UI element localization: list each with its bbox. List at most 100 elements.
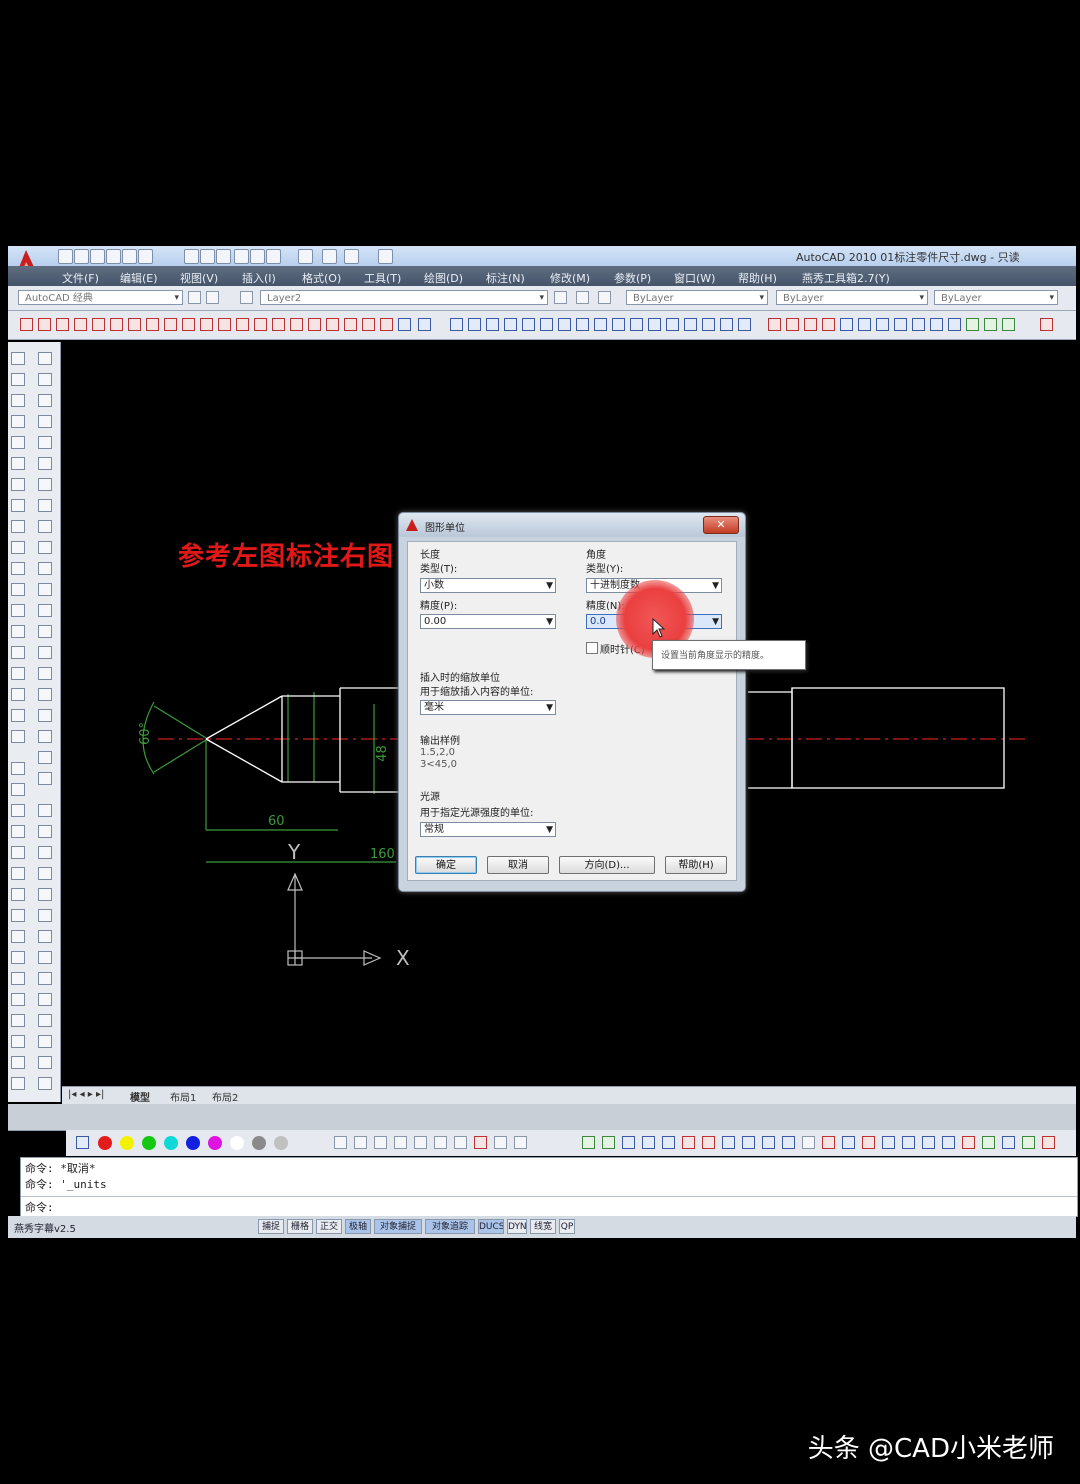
- redo-icon[interactable]: [138, 249, 153, 264]
- dim-break-v-icon[interactable]: [38, 604, 52, 617]
- inspection-icon[interactable]: [290, 318, 303, 331]
- dim-edit-icon[interactable]: [326, 318, 339, 331]
- yanxiu-tool-30-icon[interactable]: [984, 318, 997, 331]
- color-cyan-swatch[interactable]: [164, 1136, 178, 1150]
- dim-style-manager-icon[interactable]: [418, 318, 431, 331]
- text-tool-icon[interactable]: [334, 1136, 347, 1149]
- rotate-icon[interactable]: [11, 888, 25, 901]
- open-file-icon[interactable]: [74, 249, 89, 264]
- util-tool-4-icon[interactable]: [642, 1136, 655, 1149]
- menu-help[interactable]: 帮助(H): [738, 270, 777, 286]
- table-icon[interactable]: [11, 709, 25, 722]
- arc-icon[interactable]: [11, 457, 25, 470]
- util-tool-18-icon[interactable]: [922, 1136, 935, 1149]
- util-tool-2-icon[interactable]: [602, 1136, 615, 1149]
- color-green-swatch[interactable]: [142, 1136, 156, 1150]
- dim-aligned-v-icon[interactable]: [38, 373, 52, 386]
- util-tool-14-icon[interactable]: [842, 1136, 855, 1149]
- polyline-icon[interactable]: [11, 394, 25, 407]
- workspace-switch-icon[interactable]: [206, 291, 219, 304]
- undo-icon[interactable]: [122, 249, 137, 264]
- extend-icon[interactable]: [11, 972, 25, 985]
- dim-linear-v-icon[interactable]: [38, 352, 52, 365]
- line-tool-7-icon[interactable]: [474, 1136, 487, 1149]
- snap-toggle[interactable]: 捕捉: [258, 1219, 284, 1234]
- tolerance-v-icon[interactable]: [38, 625, 52, 638]
- yanxiu-tool-4-icon[interactable]: [504, 318, 517, 331]
- dim-style-v-icon[interactable]: [38, 772, 52, 785]
- yanxiu-tool-24-icon[interactable]: [876, 318, 889, 331]
- dim-baseline-icon[interactable]: [182, 318, 195, 331]
- tolerance-icon[interactable]: [254, 318, 267, 331]
- util-tool-21-icon[interactable]: [982, 1136, 995, 1149]
- util-tool-16-icon[interactable]: [882, 1136, 895, 1149]
- layer-combo[interactable]: Layer2: [260, 290, 548, 305]
- chamfer-icon[interactable]: [11, 1035, 25, 1048]
- cancel-button[interactable]: 取消: [487, 856, 549, 874]
- help-button[interactable]: 帮助(H): [665, 856, 727, 874]
- util-tool-15-icon[interactable]: [862, 1136, 875, 1149]
- dim-style-control-icon[interactable]: [398, 318, 411, 331]
- util-tool-7-icon[interactable]: [702, 1136, 715, 1149]
- hatch-icon[interactable]: [11, 646, 25, 659]
- make-block-icon[interactable]: [11, 604, 25, 617]
- color-magenta-swatch[interactable]: [208, 1136, 222, 1150]
- util-tool-3-icon[interactable]: [622, 1136, 635, 1149]
- dim-ordinate-icon[interactable]: [74, 318, 87, 331]
- break-icon[interactable]: [11, 993, 25, 1006]
- block-attribute-icon[interactable]: [38, 1077, 52, 1090]
- block-editor-icon[interactable]: [322, 249, 337, 264]
- spline-icon[interactable]: [11, 520, 25, 533]
- group-icon[interactable]: [38, 1056, 52, 1069]
- color-gray-swatch[interactable]: [252, 1136, 266, 1150]
- yanxiu-tool-12-icon[interactable]: [648, 318, 661, 331]
- dim-diameter-v-icon[interactable]: [38, 478, 52, 491]
- gradient-icon[interactable]: [11, 667, 25, 680]
- ducs-toggle[interactable]: DUCS: [478, 1219, 504, 1234]
- plot-preview-icon[interactable]: [200, 249, 215, 264]
- make-current-layer-icon[interactable]: [554, 291, 567, 304]
- polygon-icon[interactable]: [11, 415, 25, 428]
- menu-parametric[interactable]: 参数(P): [614, 270, 651, 286]
- util-tool-1-icon[interactable]: [582, 1136, 595, 1149]
- yanxiu-tool-31-icon[interactable]: [1002, 318, 1015, 331]
- mirror-icon[interactable]: [11, 804, 25, 817]
- yanxiu-tool-8-icon[interactable]: [576, 318, 589, 331]
- cut-icon[interactable]: [234, 249, 249, 264]
- multiline-text-icon[interactable]: [11, 730, 25, 743]
- markup-icon[interactable]: [38, 972, 52, 985]
- join-icon[interactable]: [11, 1014, 25, 1027]
- util-tool-17-icon[interactable]: [902, 1136, 915, 1149]
- properties-icon[interactable]: [38, 888, 52, 901]
- line-icon[interactable]: [11, 352, 25, 365]
- yanxiu-tool-3-icon[interactable]: [486, 318, 499, 331]
- yanxiu-tool-6-icon[interactable]: [540, 318, 553, 331]
- util-tool-19-icon[interactable]: [942, 1136, 955, 1149]
- dim-update-icon[interactable]: [362, 318, 375, 331]
- fillet-icon[interactable]: [11, 1056, 25, 1069]
- dim-arc-v-icon[interactable]: [38, 394, 52, 407]
- dim-jogged-icon[interactable]: [110, 318, 123, 331]
- circle-icon[interactable]: [11, 478, 25, 491]
- yanxiu-tool-2-icon[interactable]: [468, 318, 481, 331]
- line-tool-2-icon[interactable]: [374, 1136, 387, 1149]
- yanxiu-tool-26-icon[interactable]: [912, 318, 925, 331]
- yanxiu-tool-11-icon[interactable]: [630, 318, 643, 331]
- dim-edit-v-icon[interactable]: [38, 709, 52, 722]
- ellipse-arc-icon[interactable]: [11, 562, 25, 575]
- explode-icon[interactable]: [11, 1077, 25, 1090]
- construction-line-icon[interactable]: [11, 373, 25, 386]
- line-tool-5-icon[interactable]: [434, 1136, 447, 1149]
- inspection-v-icon[interactable]: [38, 667, 52, 680]
- util-tool-11-icon[interactable]: [782, 1136, 795, 1149]
- yanxiu-tool-13-icon[interactable]: [666, 318, 679, 331]
- yanxiu-tool-28-icon[interactable]: [948, 318, 961, 331]
- yanxiu-tool-7-icon[interactable]: [558, 318, 571, 331]
- copy-object-icon[interactable]: [11, 783, 25, 796]
- zoom-previous-icon[interactable]: [38, 846, 52, 859]
- yanxiu-tool-10-icon[interactable]: [612, 318, 625, 331]
- tool-palettes-icon[interactable]: [38, 930, 52, 943]
- yanxiu-tool-17-icon[interactable]: [738, 318, 751, 331]
- center-mark-icon[interactable]: [272, 318, 285, 331]
- tab-nav-icon[interactable]: |◂ ◂ ▸ ▸|: [68, 1089, 104, 1100]
